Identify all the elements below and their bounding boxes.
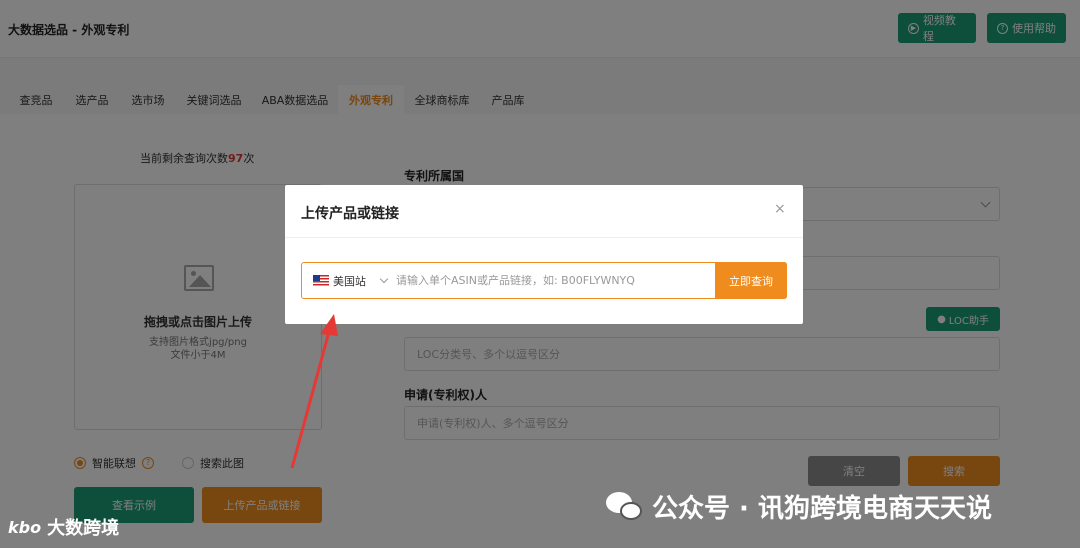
modal-title: 上传产品或链接 (301, 206, 399, 222)
brand-watermark: kbo 大数跨境 (8, 514, 119, 540)
brand-watermark-text: 大数跨境 (47, 518, 120, 539)
us-flag-icon (313, 275, 329, 286)
wechat-watermark: 公众号 · 讯狗跨境电商天天说 (606, 488, 992, 525)
close-icon[interactable]: × (774, 201, 786, 217)
brand-logo: kbo (8, 517, 42, 537)
asin-search-bar: 美国站 立即查询 (301, 262, 787, 299)
wechat-watermark-text: 公众号 · 讯狗跨境电商天天说 (652, 494, 992, 524)
asin-input[interactable] (396, 264, 706, 297)
station-select[interactable]: 美国站 (333, 273, 366, 289)
query-now-button[interactable]: 立即查询 (715, 262, 787, 299)
wechat-icon (606, 491, 644, 522)
upload-link-modal: 上传产品或链接 × 美国站 立即查询 (285, 185, 803, 324)
modal-divider (285, 237, 803, 238)
chevron-down-icon[interactable] (379, 274, 389, 284)
